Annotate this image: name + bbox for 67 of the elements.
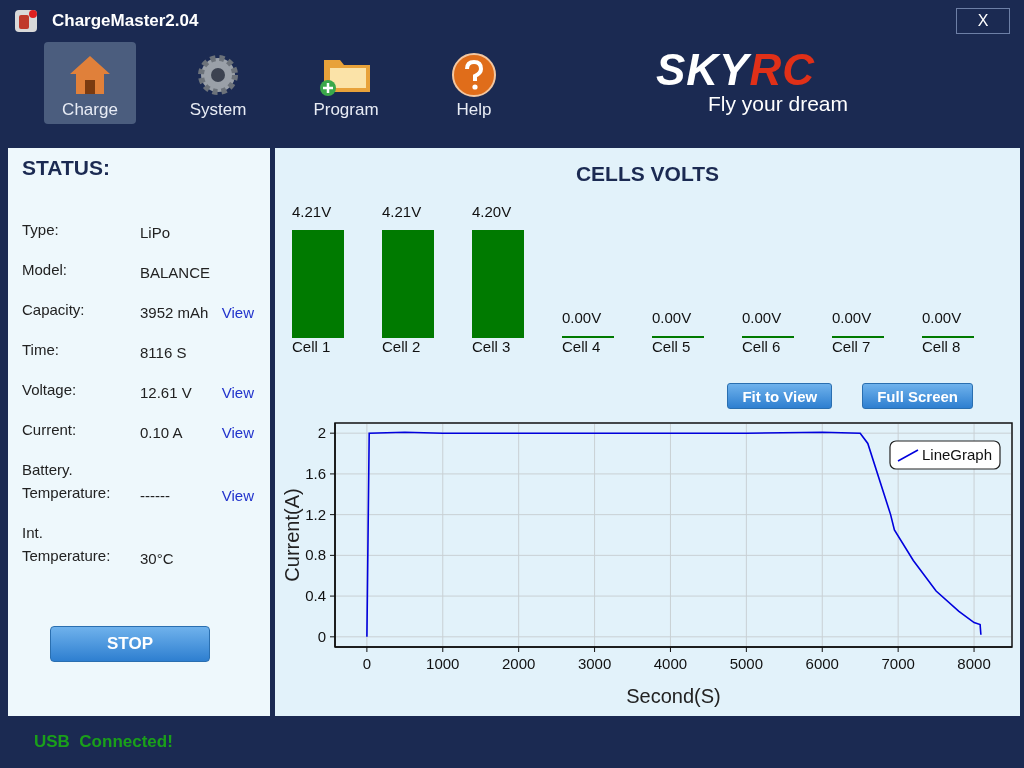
field-value: 30°C [140,550,175,567]
x-tick-label: 4000 [653,655,688,672]
field-label: Battery. Temperature: [22,460,112,503]
view-link[interactable]: View [221,424,254,441]
field-value: 12.61 V [140,384,193,401]
legend-swatch-icon [897,449,919,462]
status-title: STATUS: [22,156,111,180]
x-tick-label: 5000 [729,655,764,672]
field-value: BALANCE [140,264,212,281]
field-label: Int. Temperature: [22,523,112,566]
cell-voltage: 0.00V [832,309,872,326]
toolbar-button[interactable]: Help [428,42,520,124]
cell-label: Cell 3 [472,338,512,355]
cell-label: Cell 5 [652,338,692,355]
cell-label: Cell 6 [742,338,782,355]
toolbar-button[interactable]: Program [300,42,392,124]
legend-label: LineGraph [922,446,993,463]
field-label: Capacity: [22,300,86,320]
cell-label: Cell 1 [292,338,332,355]
cell-voltage: 0.00V [562,309,602,326]
cell-label: Cell 4 [562,338,602,355]
view-link[interactable]: View [221,487,254,504]
field-value: ------ [140,487,171,504]
window-title: ChargeMaster2.04 [52,11,199,31]
field-value: 8116 S [140,344,188,361]
x-tick-label: 3000 [577,655,612,672]
y-tick-label: 1.2 [305,505,326,523]
field-label: Current: [22,420,78,440]
y-tick-label: 2 [317,424,326,442]
cell-voltage: 4.21V [292,203,332,220]
cell-voltage: 0.00V [922,309,962,326]
x-axis-title: Second(S) [626,685,721,707]
cell-voltage: 0.00V [652,309,692,326]
field-label: Model: [22,260,69,280]
field-value: 0.10 A [140,424,184,441]
cell-label: Cell 2 [382,338,422,355]
field-value: LiPo [140,224,172,241]
close-button[interactable]: X [956,8,1010,34]
logo-text: SKYRC [656,48,816,92]
cells-title: CELLS VOLTS [574,162,721,186]
cell-label: Cell 8 [922,338,962,355]
x-tick-label: 6000 [805,655,839,672]
field-value: 3952 mAh [140,304,210,321]
cell-label: Cell 7 [832,338,872,355]
x-tick-label: 0 [362,655,372,672]
y-tick-label: 0 [317,627,326,645]
x-tick-label: 8000 [957,655,991,672]
x-tick-label: 2000 [502,655,536,672]
toolbar-button[interactable]: System [172,42,264,124]
cell-voltage: 4.20V [472,203,512,220]
tagline: Fly your dream [708,92,849,116]
field-label: Voltage: [22,380,78,400]
cell-voltage: 0.00V [742,309,782,326]
app-icon [14,9,38,33]
x-tick-label: 7000 [881,655,915,672]
connection-status: USB Connected! [34,732,173,752]
view-link[interactable]: View [221,304,254,321]
x-tick-label: 1000 [426,655,460,672]
y-axis-title: Current(A) [281,488,303,582]
y-tick-label: 0.8 [305,546,326,564]
toolbar-button[interactable]: Charge [44,42,136,124]
field-label: Time: [22,340,60,360]
cell-voltage: 4.21V [382,203,422,220]
field-label: Type: [22,220,60,240]
y-tick-label: 1.6 [305,464,326,482]
view-link[interactable]: View [221,384,254,401]
y-tick-label: 0.4 [305,587,326,605]
